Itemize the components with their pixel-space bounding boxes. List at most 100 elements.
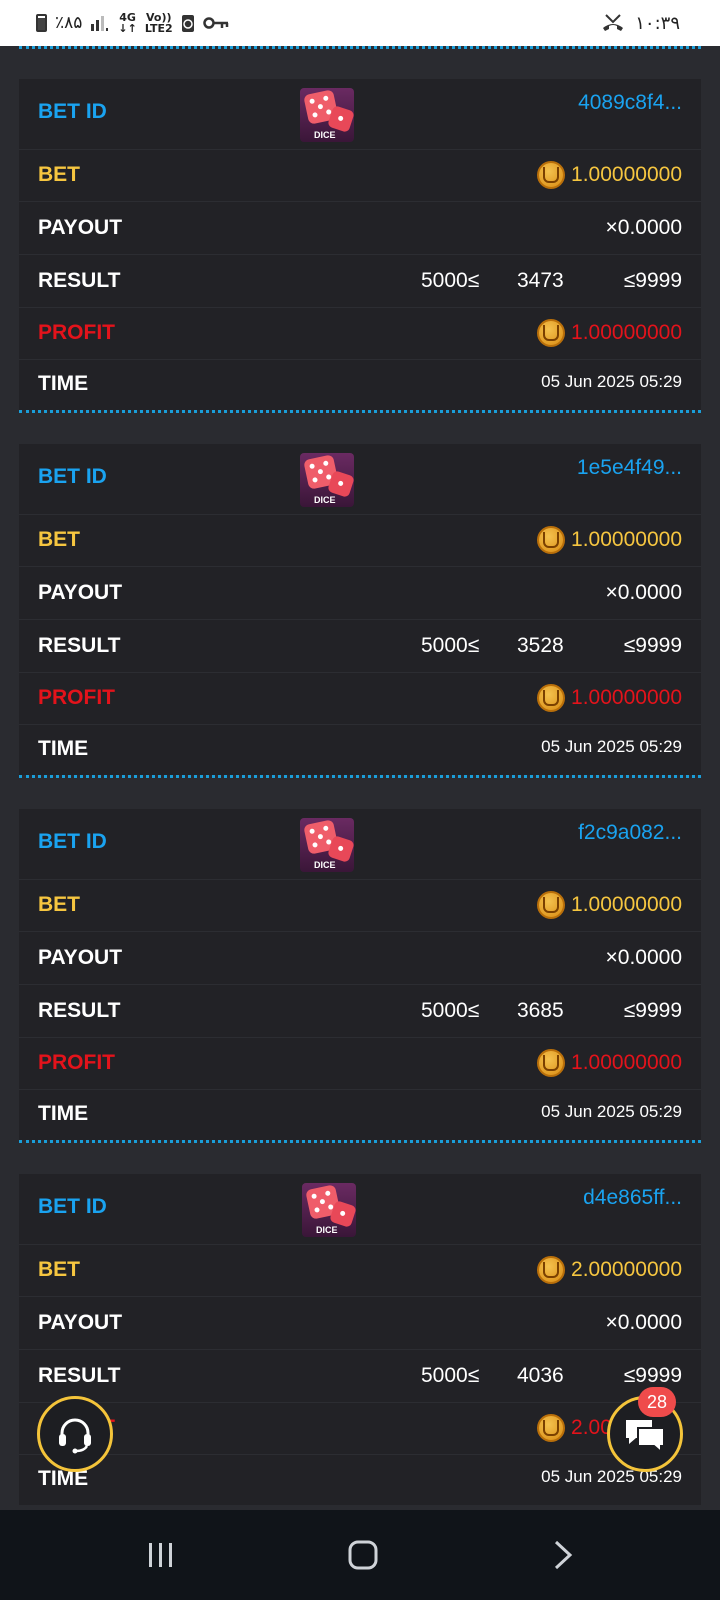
coin-icon (537, 526, 566, 554)
time-label: TIME (38, 1102, 89, 1125)
profit-label: PROFIT (38, 686, 115, 709)
time-row: TIME 05 Jun 2025 05:29 (19, 360, 701, 410)
volte-indicator: Vo)) LTE2 (144, 11, 173, 35)
time-row: TIME 05 Jun 2025 05:29 (19, 1455, 701, 1505)
status-bar: ٪۸۵ 4G ↓↑ Vo)) LTE2 ۱۰:۳۹ (0, 0, 720, 46)
profit-amount: 1.00000000 (537, 684, 682, 712)
result-label: RESULT (38, 1364, 121, 1387)
time-value: 05 Jun 2025 05:29 (541, 1102, 682, 1121)
result-row: RESULT 5000≤ 4036 ≤9999 (19, 1350, 701, 1403)
time-value: 05 Jun 2025 05:29 (541, 372, 682, 391)
payout-label: PAYOUT (38, 946, 123, 969)
coin-icon (537, 891, 566, 919)
payout-value: ×0.0000 (605, 1311, 683, 1334)
result-row: RESULT 5000≤ 3473 ≤9999 (19, 255, 701, 308)
coin-icon (537, 1414, 566, 1442)
back-button[interactable] (533, 1530, 593, 1580)
dice-game-icon: DICE (302, 1183, 356, 1237)
result-value: 3528 (517, 634, 564, 657)
clock: ۱۰:۳۹ (635, 12, 680, 34)
time-value: 05 Jun 2025 05:29 (541, 1467, 682, 1486)
coin-icon (537, 684, 566, 712)
status-left: ٪۸۵ 4G ↓↑ Vo)) LTE2 (36, 12, 229, 34)
payout-value: ×0.0000 (605, 216, 683, 239)
bet-amount: 1.00000000 (537, 526, 682, 554)
result-label: RESULT (38, 999, 121, 1022)
bet-label: BET (38, 1258, 80, 1281)
bet-card[interactable]: BET ID DICE 1e5e4f49... BET 1.00000000 P… (19, 444, 701, 775)
time-row: TIME 05 Jun 2025 05:29 (19, 1090, 701, 1140)
bet-id-value[interactable]: 1e5e4f49... (577, 456, 682, 480)
bet-id-label: BET ID (38, 465, 107, 488)
battery-level: ٪۸۵ (55, 13, 83, 33)
divider (19, 775, 701, 778)
bet-id-label: BET ID (38, 830, 107, 853)
battery-icon (36, 14, 47, 32)
chat-icon (626, 1420, 665, 1454)
key-icon (202, 17, 228, 29)
dice-game-icon: DICE (300, 88, 354, 142)
time-label: TIME (38, 737, 89, 760)
coin-icon (537, 319, 566, 347)
bet-id-label: BET ID (38, 100, 107, 123)
bet-amount: 1.00000000 (537, 891, 682, 919)
chat-button[interactable]: 28 (607, 1387, 683, 1472)
signal-icon (91, 16, 109, 31)
home-button[interactable] (333, 1530, 393, 1580)
bet-row: BET 1.00000000 (19, 880, 701, 932)
bet-row: BET 2.00000000 (19, 1245, 701, 1297)
bet-history-list[interactable]: BET ID DICE 4089c8f4... BET 1.00000000 P… (0, 46, 720, 1510)
bet-label: BET (38, 893, 80, 916)
payout-row: PAYOUT ×0.0000 (19, 932, 701, 985)
payout-value: ×0.0000 (605, 581, 683, 604)
back-icon (554, 1540, 573, 1570)
time-value: 05 Jun 2025 05:29 (541, 737, 682, 756)
bet-id-value[interactable]: d4e865ff... (583, 1186, 682, 1210)
network-type: 4G ↓↑ (118, 11, 137, 35)
payout-row: PAYOUT ×0.0000 (19, 1297, 701, 1350)
bet-card[interactable]: BET ID DICE f2c9a082... BET 1.00000000 P… (19, 809, 701, 1140)
recents-button[interactable] (131, 1530, 191, 1580)
bet-amount: 2.00000000 (537, 1256, 682, 1284)
result-low: 5000≤ (421, 634, 480, 657)
divider (19, 46, 701, 49)
bet-label: BET (38, 528, 80, 551)
bet-row: BET 1.00000000 (19, 150, 701, 202)
time-row: TIME 05 Jun 2025 05:29 (19, 725, 701, 775)
recycle-icon (181, 15, 194, 32)
bet-id-label: BET ID (38, 1195, 107, 1218)
payout-value: ×0.0000 (605, 946, 683, 969)
recents-icon (149, 1543, 172, 1567)
payout-label: PAYOUT (38, 1311, 123, 1334)
bet-card[interactable]: BET ID DICE d4e865ff... BET 2.00000000 P… (19, 1174, 701, 1505)
bet-amount: 1.00000000 (537, 161, 682, 189)
result-high: ≤9999 (623, 634, 682, 657)
profit-row: PROFIT 1.00000000 (19, 1038, 701, 1090)
result-low: 5000≤ (421, 269, 480, 292)
coin-icon (537, 1256, 566, 1284)
bet-id-row: BET ID DICE 1e5e4f49... (19, 444, 701, 515)
bet-id-value[interactable]: 4089c8f4... (578, 91, 682, 115)
coin-icon (537, 161, 566, 189)
divider (19, 1140, 701, 1143)
profit-label: PROFIT (38, 321, 115, 344)
bet-id-row: BET ID DICE d4e865ff... (19, 1174, 701, 1245)
home-icon (348, 1540, 378, 1570)
profit-row: PROFIT 1.00000000 (19, 308, 701, 360)
chat-badge: 28 (638, 1387, 676, 1417)
result-value: 3473 (517, 269, 564, 292)
support-button[interactable] (37, 1396, 113, 1472)
profit-amount: 1.00000000 (537, 319, 682, 347)
bet-card[interactable]: BET ID DICE 4089c8f4... BET 1.00000000 P… (19, 79, 701, 410)
bet-id-value[interactable]: f2c9a082... (578, 821, 682, 845)
dice-game-icon: DICE (300, 453, 354, 507)
profit-row: PROFIT 1.00000000 (19, 673, 701, 725)
profit-label: PROFIT (38, 1051, 115, 1074)
payout-label: PAYOUT (38, 216, 123, 239)
support-headset-icon (59, 1418, 91, 1454)
status-right: ۱۰:۳۹ (601, 13, 680, 34)
result-high: ≤9999 (623, 999, 682, 1022)
bet-row: BET 1.00000000 (19, 515, 701, 567)
payout-label: PAYOUT (38, 581, 123, 604)
profit-amount: 1.00000000 (537, 1049, 682, 1077)
